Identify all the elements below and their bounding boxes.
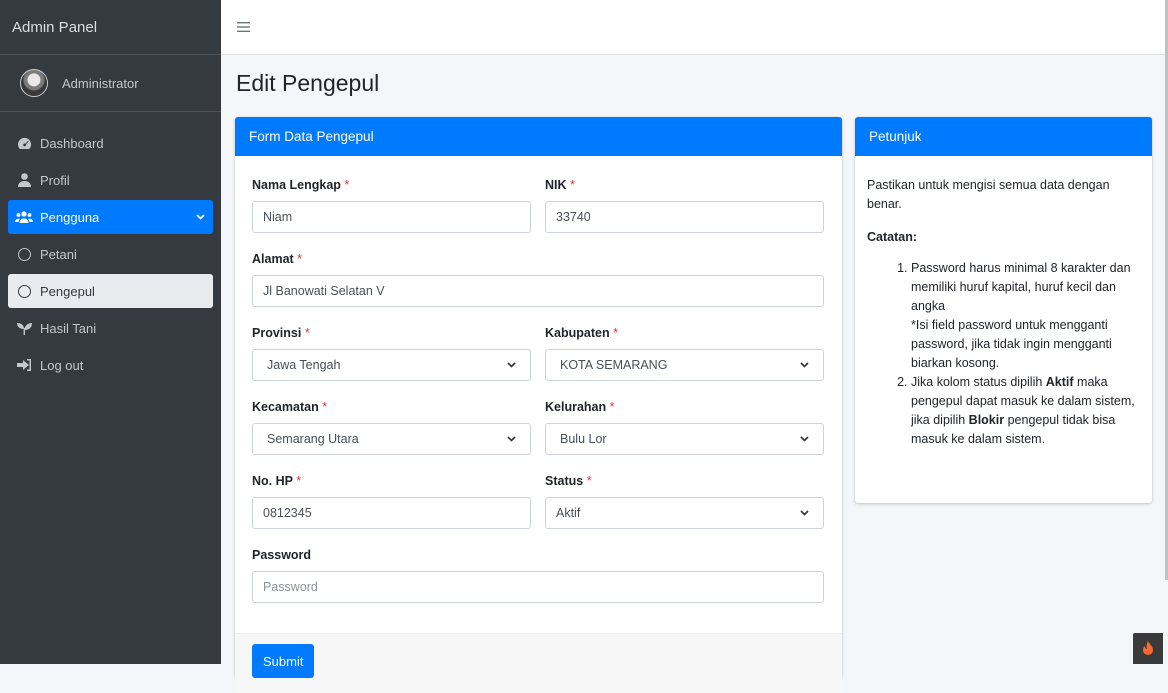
brand-text: Admin Panel bbox=[12, 18, 98, 36]
sidebar-item-label: Log out bbox=[40, 357, 84, 373]
circle-icon bbox=[15, 284, 33, 298]
hp-label: No. HP * bbox=[252, 474, 302, 488]
kabupaten-select[interactable]: KOTA SEMARANG bbox=[545, 349, 824, 381]
chevron-down-icon bbox=[507, 360, 516, 371]
provinsi-select[interactable]: Jawa Tengah bbox=[252, 349, 531, 381]
sidebar-item-hasil-tani[interactable]: Hasil Tani bbox=[8, 311, 213, 345]
nik-field-group: NIK * bbox=[545, 178, 824, 233]
kabupaten-selected: KOTA SEMARANG bbox=[560, 358, 668, 372]
brand-link[interactable]: Admin Panel bbox=[0, 0, 221, 55]
kecamatan-field-group: Kecamatan * Semarang Utara bbox=[252, 400, 531, 455]
provinsi-selected: Jawa Tengah bbox=[267, 358, 341, 372]
users-icon bbox=[15, 211, 33, 223]
nama-input[interactable] bbox=[252, 201, 531, 233]
menu-toggle-icon[interactable] bbox=[237, 17, 250, 37]
hint-card-title: Petunjuk bbox=[869, 129, 922, 144]
sidebar-item-label: Pengguna bbox=[40, 209, 100, 225]
user-name: Administrator bbox=[62, 75, 139, 91]
password-field-group: Password bbox=[252, 548, 824, 603]
kecamatan-label: Kecamatan * bbox=[252, 400, 328, 414]
user-icon bbox=[15, 173, 33, 187]
avatar bbox=[20, 69, 48, 97]
alamat-label: Alamat * bbox=[252, 252, 303, 266]
password-input[interactable] bbox=[252, 571, 824, 603]
form-footer: Submit bbox=[235, 633, 842, 693]
sidebar-item-label: Dashboard bbox=[40, 135, 104, 151]
kabupaten-field-group: Kabupaten * KOTA SEMARANG bbox=[545, 326, 824, 381]
hp-field-group: No. HP * bbox=[252, 474, 531, 529]
nama-field-group: Nama Lengkap * bbox=[252, 178, 531, 233]
hint-list: Password harus minimal 8 karakter dan me… bbox=[867, 259, 1140, 449]
status-label: Status * bbox=[545, 474, 592, 488]
seedling-icon bbox=[15, 322, 33, 335]
sidebar-item-pengguna[interactable]: Pengguna bbox=[8, 200, 213, 234]
nama-label: Nama Lengkap * bbox=[252, 178, 350, 192]
sidebar-item-label: Pengepul bbox=[40, 283, 95, 299]
sidebar-item-label: Petani bbox=[40, 246, 77, 262]
user-panel[interactable]: Administrator bbox=[0, 55, 221, 112]
chevron-down-icon bbox=[800, 434, 809, 445]
sidebar-item-label: Hasil Tani bbox=[40, 320, 97, 336]
note-title: Catatan: bbox=[867, 230, 918, 244]
top-navbar bbox=[221, 0, 1168, 55]
kecamatan-selected: Semarang Utara bbox=[267, 432, 359, 446]
provinsi-field-group: Provinsi * Jawa Tengah bbox=[252, 326, 531, 381]
list-item: Password harus minimal 8 karakter dan me… bbox=[911, 259, 1140, 373]
password-label: Password bbox=[252, 548, 312, 562]
sidebar-item-label: Profil bbox=[40, 172, 70, 188]
status-select[interactable]: Aktif bbox=[545, 497, 824, 529]
status-selected: Aktif bbox=[556, 506, 581, 520]
kelurahan-select[interactable]: Bulu Lor bbox=[545, 423, 824, 455]
kecamatan-select[interactable]: Semarang Utara bbox=[252, 423, 531, 455]
chevron-down-icon bbox=[800, 508, 809, 519]
provinsi-label: Provinsi * bbox=[252, 326, 310, 340]
sign-out-icon bbox=[15, 359, 33, 371]
chevron-down-icon bbox=[507, 434, 516, 445]
nik-input[interactable] bbox=[545, 201, 824, 233]
sidebar: Admin Panel Administrator Dashboard Prof… bbox=[0, 0, 221, 664]
sidebar-nav: Dashboard Profil Pengguna Petani Pengepu… bbox=[0, 112, 221, 382]
submit-button[interactable]: Submit bbox=[252, 644, 315, 678]
nik-label: NIK * bbox=[545, 178, 575, 192]
kelurahan-label: Kelurahan * bbox=[545, 400, 615, 414]
sidebar-item-profil[interactable]: Profil bbox=[8, 163, 213, 197]
list-item: Jika kolom status dipilih Aktif maka pen… bbox=[911, 373, 1140, 449]
page-title: Edit Pengepul bbox=[236, 70, 380, 96]
hint-body: Pastikan untuk mengisi semua data dengan… bbox=[855, 156, 1152, 449]
chevron-down-icon bbox=[196, 212, 205, 223]
alamat-field-group: Alamat * bbox=[252, 252, 824, 307]
kabupaten-label: Kabupaten * bbox=[545, 326, 618, 340]
hint-intro: Pastikan untuk mengisi semua data dengan… bbox=[867, 178, 1110, 211]
form-card: Form Data Pengepul Nama Lengkap * NIK * … bbox=[235, 117, 842, 693]
hp-input[interactable] bbox=[252, 497, 531, 529]
sidebar-item-petani[interactable]: Petani bbox=[8, 237, 213, 271]
sidebar-item-pengepul[interactable]: Pengepul bbox=[8, 274, 213, 308]
form-card-header: Form Data Pengepul bbox=[235, 117, 842, 156]
tachometer-icon bbox=[15, 137, 33, 150]
hint-card-header: Petunjuk bbox=[855, 117, 1152, 156]
password-note: *Isi field password untuk mengganti pass… bbox=[911, 318, 1112, 370]
sidebar-item-log-out[interactable]: Log out bbox=[8, 348, 213, 382]
kelurahan-field-group: Kelurahan * Bulu Lor bbox=[545, 400, 824, 455]
chevron-down-icon bbox=[800, 360, 809, 371]
sidebar-item-dashboard[interactable]: Dashboard bbox=[8, 126, 213, 160]
alamat-input[interactable] bbox=[252, 275, 824, 307]
kelurahan-selected: Bulu Lor bbox=[560, 432, 607, 446]
fire-icon[interactable] bbox=[1133, 633, 1163, 664]
hint-card: Petunjuk Pastikan untuk mengisi semua da… bbox=[855, 117, 1152, 503]
circle-icon bbox=[15, 247, 33, 261]
status-field-group: Status * Aktif bbox=[545, 474, 824, 529]
form-card-title: Form Data Pengepul bbox=[249, 129, 374, 144]
